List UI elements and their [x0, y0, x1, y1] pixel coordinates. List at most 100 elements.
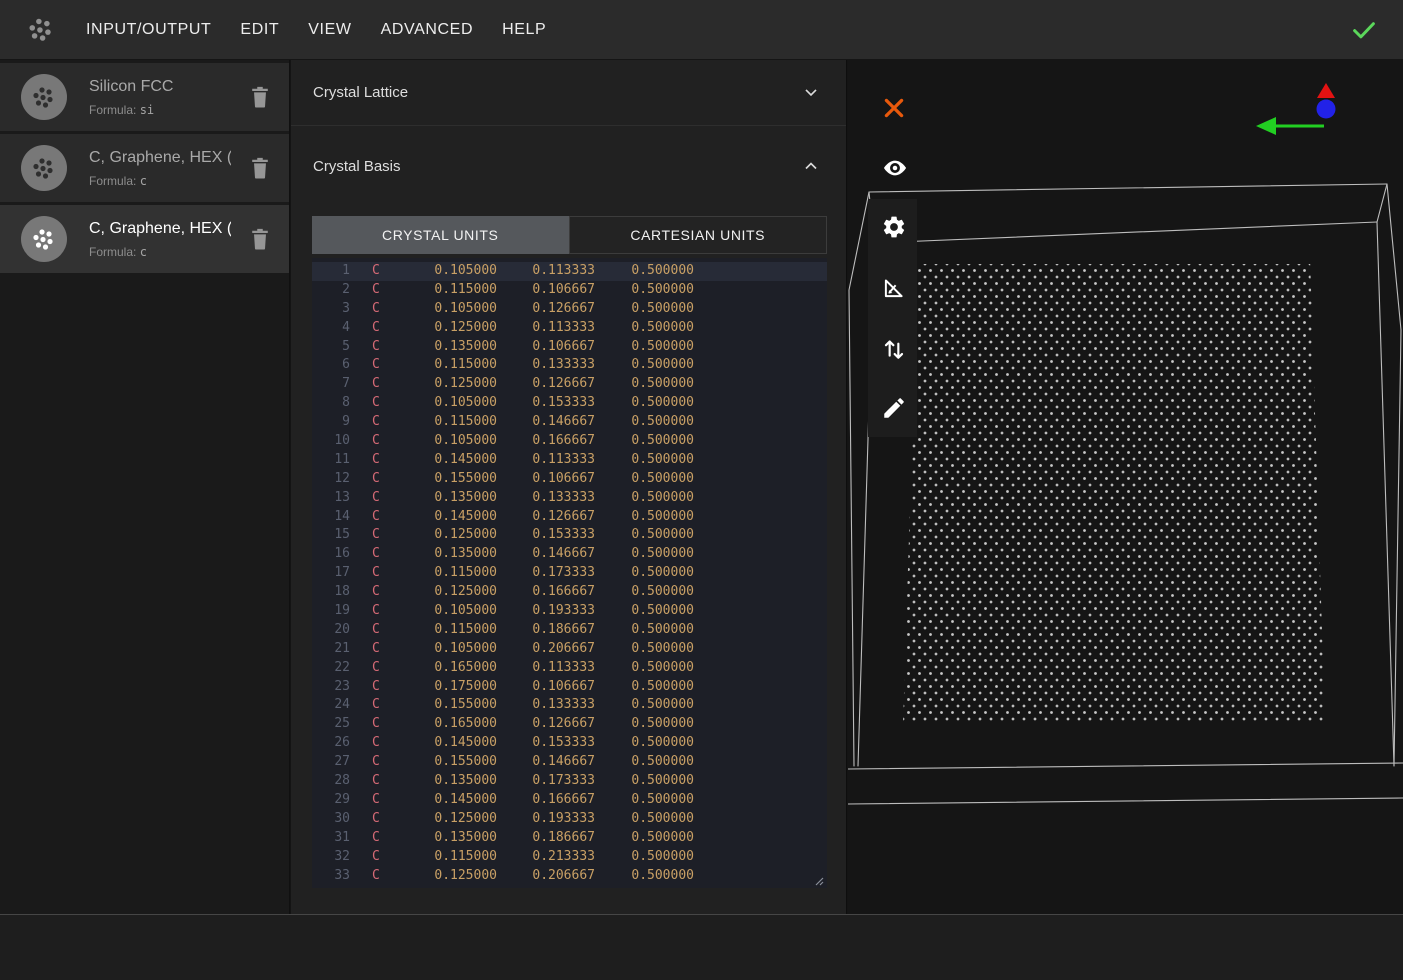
material-list-item[interactable]: Silicon FCC Formula: si — [0, 63, 289, 131]
material-avatar — [21, 74, 67, 120]
edit-pencil-icon[interactable] — [881, 395, 907, 421]
coord-y: 0.213333 — [497, 848, 595, 867]
main-menu: INPUT/OUTPUT EDIT VIEW ADVANCED HELP — [86, 21, 546, 39]
material-list-item[interactable]: C, Graphene, HEX (P Formula: c — [0, 134, 289, 202]
element-symbol: C — [372, 715, 384, 734]
coord-y: 0.133333 — [497, 489, 595, 508]
coord-z: 0.500000 — [595, 621, 694, 640]
close-icon[interactable] — [881, 95, 907, 121]
delete-material-icon[interactable] — [249, 227, 271, 251]
line-number: 32 — [312, 848, 350, 867]
coord-y: 0.113333 — [497, 659, 595, 678]
crystal-basis-section-header[interactable]: Crystal Basis — [291, 126, 846, 206]
viewer-3d[interactable] — [848, 59, 1403, 914]
toggle-up-down-arrows-icon[interactable] — [881, 335, 907, 361]
coord-x: 0.105000 — [384, 432, 497, 451]
coord-x: 0.155000 — [384, 696, 497, 715]
element-symbol: C — [372, 621, 384, 640]
basis-row: 10 C 0.105000 0.166667 0.500000 — [312, 432, 827, 451]
element-symbol: C — [372, 508, 384, 527]
basis-row: 21 C 0.105000 0.206667 0.500000 — [312, 640, 827, 659]
basis-row: 29 C 0.145000 0.166667 0.500000 — [312, 791, 827, 810]
crystal-lattice-section-header[interactable]: Crystal Lattice — [291, 59, 846, 126]
measure-ruler-icon[interactable] — [881, 275, 907, 301]
delete-material-icon[interactable] — [249, 156, 271, 180]
element-symbol: C — [372, 338, 384, 357]
coord-x: 0.105000 — [384, 262, 497, 281]
settings-gear-icon[interactable] — [881, 214, 907, 240]
chevron-down-icon — [801, 82, 821, 102]
coord-z: 0.500000 — [595, 640, 694, 659]
menu-item-advanced[interactable]: ADVANCED — [381, 21, 474, 39]
material-title: Silicon FCC — [89, 78, 231, 96]
coord-x: 0.145000 — [384, 508, 497, 527]
coord-x: 0.145000 — [384, 734, 497, 753]
line-number: 27 — [312, 753, 350, 772]
coord-z: 0.500000 — [595, 734, 694, 753]
coord-z: 0.500000 — [595, 375, 694, 394]
element-symbol: C — [372, 526, 384, 545]
coord-x: 0.145000 — [384, 451, 497, 470]
material-title: C, Graphene, HEX (P — [89, 149, 231, 167]
coord-z: 0.500000 — [595, 319, 694, 338]
coord-x: 0.125000 — [384, 867, 497, 886]
line-number: 11 — [312, 451, 350, 470]
element-symbol: C — [372, 829, 384, 848]
element-symbol: C — [372, 375, 384, 394]
tab-cartesian-units[interactable]: CARTESIAN UNITS — [569, 216, 828, 254]
formula-value: c — [140, 174, 147, 188]
line-number: 33 — [312, 867, 350, 886]
basis-row: 19 C 0.105000 0.193333 0.500000 — [312, 602, 827, 621]
tab-crystal-units[interactable]: CRYSTAL UNITS — [312, 216, 569, 254]
basis-row: 27 C 0.155000 0.146667 0.500000 — [312, 753, 827, 772]
coord-x: 0.135000 — [384, 829, 497, 848]
coord-z: 0.500000 — [595, 829, 694, 848]
coord-z: 0.500000 — [595, 659, 694, 678]
coord-y: 0.166667 — [497, 432, 595, 451]
element-symbol: C — [372, 659, 384, 678]
editor-resize-handle[interactable] — [812, 873, 824, 885]
basis-row: 2 C 0.115000 0.106667 0.500000 — [312, 281, 827, 300]
line-number: 3 — [312, 300, 350, 319]
coord-x: 0.115000 — [384, 356, 497, 375]
coord-x: 0.105000 — [384, 602, 497, 621]
coord-z: 0.500000 — [595, 300, 694, 319]
element-symbol: C — [372, 432, 384, 451]
menu-item-help[interactable]: HELP — [502, 21, 546, 39]
visibility-eye-icon[interactable] — [881, 155, 907, 181]
line-number: 5 — [312, 338, 350, 357]
confirm-check-icon[interactable] — [1349, 15, 1379, 45]
element-symbol: C — [372, 262, 384, 281]
line-number: 26 — [312, 734, 350, 753]
delete-material-icon[interactable] — [249, 85, 271, 109]
coord-y: 0.173333 — [497, 564, 595, 583]
coord-x: 0.105000 — [384, 300, 497, 319]
element-symbol: C — [372, 300, 384, 319]
menu-item-view[interactable]: VIEW — [308, 21, 351, 39]
basis-coordinates-editor[interactable]: 1 C 0.105000 0.113333 0.500000 2 C 0.115… — [312, 258, 827, 888]
coord-x: 0.115000 — [384, 621, 497, 640]
basis-row: 26 C 0.145000 0.153333 0.500000 — [312, 734, 827, 753]
coord-z: 0.500000 — [595, 526, 694, 545]
coord-y: 0.153333 — [497, 526, 595, 545]
basis-row: 23 C 0.175000 0.106667 0.500000 — [312, 678, 827, 697]
coord-y: 0.173333 — [497, 772, 595, 791]
coord-x: 0.125000 — [384, 583, 497, 602]
basis-row: 15 C 0.125000 0.153333 0.500000 — [312, 526, 827, 545]
coord-y: 0.146667 — [497, 413, 595, 432]
element-symbol: C — [372, 564, 384, 583]
menu-item-input-output[interactable]: INPUT/OUTPUT — [86, 21, 211, 39]
coord-z: 0.500000 — [595, 489, 694, 508]
material-list-item[interactable]: C, Graphene, HEX (P Formula: c — [0, 205, 289, 273]
coord-z: 0.500000 — [595, 696, 694, 715]
line-number: 10 — [312, 432, 350, 451]
line-number: 12 — [312, 470, 350, 489]
basis-row: 20 C 0.115000 0.186667 0.500000 — [312, 621, 827, 640]
app-logo-icon[interactable] — [24, 13, 58, 47]
menu-item-edit[interactable]: EDIT — [240, 21, 279, 39]
formula-label: Formula: — [89, 103, 140, 117]
basis-row: 17 C 0.115000 0.173333 0.500000 — [312, 564, 827, 583]
coord-x: 0.105000 — [384, 640, 497, 659]
formula-label: Formula: — [89, 245, 140, 259]
coord-y: 0.206667 — [497, 640, 595, 659]
